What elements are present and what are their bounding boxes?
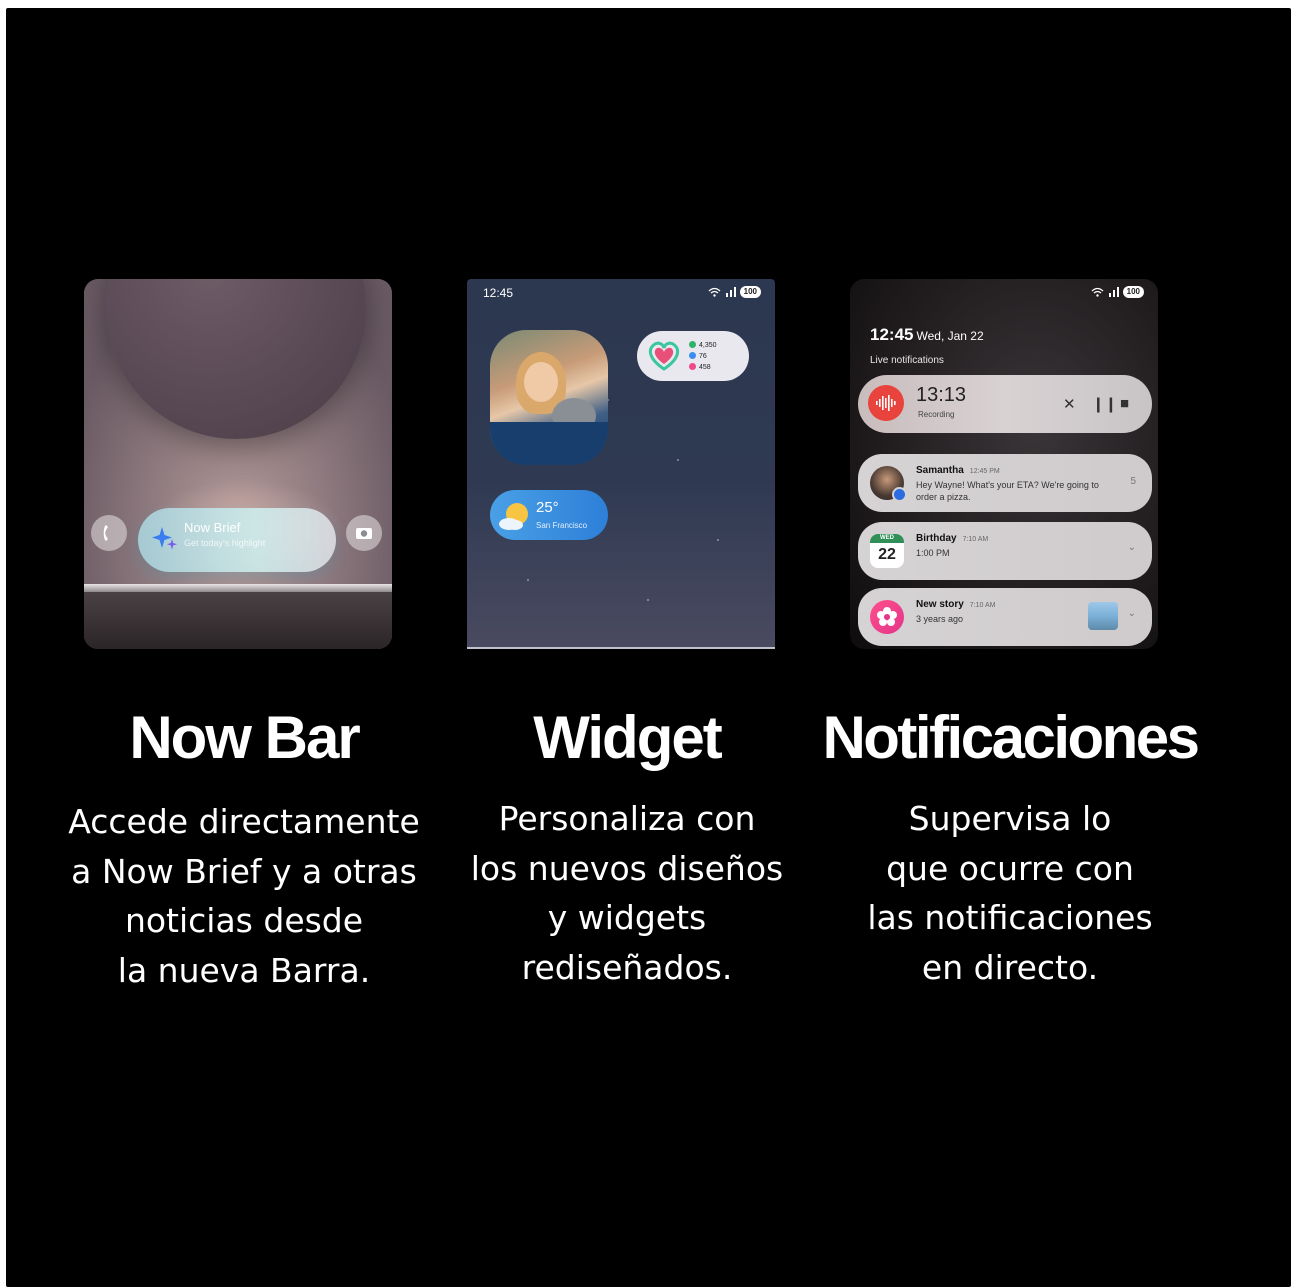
feature-title: Widget — [533, 704, 722, 771]
recording-label: Recording — [918, 410, 955, 419]
health-widget[interactable]: 4,350 76 458 — [637, 331, 749, 381]
feature-description: Accede directamente a Now Brief y a otra… — [68, 802, 420, 990]
avatar — [870, 466, 907, 502]
notification-body: 3 years ago — [916, 614, 964, 624]
close-icon[interactable]: ✕ — [1063, 395, 1076, 413]
heart-icon — [648, 341, 680, 371]
now-bar-screenshot: Now Brief Get today's highlight — [84, 279, 392, 649]
promo-canvas: Now Brief Get today's highlight Now Bar … — [6, 8, 1291, 1287]
recording-live-notification[interactable]: 13:13 Recording ✕ ❙❙ ■ — [858, 375, 1152, 433]
now-brief-bar[interactable]: Now Brief Get today's highlight — [138, 508, 336, 572]
recording-time: 13:13 — [916, 384, 967, 406]
weather-widget[interactable]: 25° San Francisco — [490, 490, 608, 540]
feature-description: Personaliza con los nuevos diseños y wid… — [470, 799, 784, 987]
notification-body: Hey Wayne! What's your ETA? We're going … — [916, 480, 1099, 502]
health-stats: 4,350 76 458 — [689, 340, 717, 373]
feature-description: Supervisa lo que ocurre con las notifica… — [867, 799, 1153, 987]
feature-title: Now Bar — [129, 704, 360, 771]
chevron-down-icon[interactable]: ⌄ — [1128, 542, 1136, 553]
notification-body: 1:00 PM — [916, 548, 950, 558]
lockscreen-clock: 12:45 Wed, Jan 22 — [870, 325, 984, 344]
battery-indicator: 100 — [739, 286, 761, 298]
feature-now-bar: Now Brief Get today's highlight Now Bar … — [68, 279, 420, 990]
signal-icon — [1108, 287, 1119, 297]
widget-screenshot: 12:45 100 4,350 76 458 25° San Francisco — [467, 279, 775, 649]
flower-icon — [870, 600, 904, 634]
story-thumbnail — [1088, 602, 1118, 630]
notification-message[interactable]: Samantha 12:45 PM Hey Wayne! What's your … — [858, 454, 1152, 512]
calendar-icon: WED 22 — [870, 534, 904, 568]
camera-icon[interactable] — [346, 515, 382, 551]
chevron-down-icon[interactable]: ⌄ — [1128, 608, 1136, 619]
feature-title: Notificaciones — [822, 704, 1200, 771]
feature-notificaciones: 100 12:45 Wed, Jan 22 Live notifications … — [822, 279, 1200, 987]
status-time: 12:45 — [483, 286, 514, 300]
signal-icon — [725, 287, 736, 297]
sun-cloud-icon — [499, 503, 528, 530]
notification-story[interactable]: New story 7:10 AM 3 years ago ⌄ — [858, 588, 1152, 646]
sparkle-icon — [152, 527, 177, 550]
now-brief-title: Now Brief — [184, 520, 241, 535]
wallpaper-sphere — [106, 279, 366, 439]
wifi-icon — [708, 287, 721, 297]
notification-count: 5 — [1130, 476, 1136, 487]
status-icons: 100 — [708, 286, 761, 298]
photo-widget[interactable] — [490, 330, 608, 465]
wifi-icon — [1091, 287, 1104, 297]
feature-widget: 12:45 100 4,350 76 458 25° San Francisco… — [467, 279, 787, 987]
section-label: Live notifications — [870, 355, 944, 366]
waveform-icon — [868, 385, 904, 421]
pause-icon[interactable]: ❙❙ — [1092, 395, 1117, 413]
weather-temperature: 25° — [536, 499, 559, 516]
notification-birthday[interactable]: WED 22 Birthday 7:10 AM 1:00 PM ⌄ — [858, 522, 1152, 580]
notifications-screenshot: 100 12:45 Wed, Jan 22 Live notifications … — [850, 279, 1158, 649]
now-brief-subtitle: Get today's highlight — [184, 538, 266, 548]
battery-indicator: 100 — [1122, 286, 1144, 298]
stop-icon[interactable]: ■ — [1120, 395, 1129, 412]
status-icons: 100 — [1091, 286, 1144, 298]
phone-icon[interactable] — [91, 515, 127, 551]
weather-city: San Francisco — [536, 521, 588, 530]
